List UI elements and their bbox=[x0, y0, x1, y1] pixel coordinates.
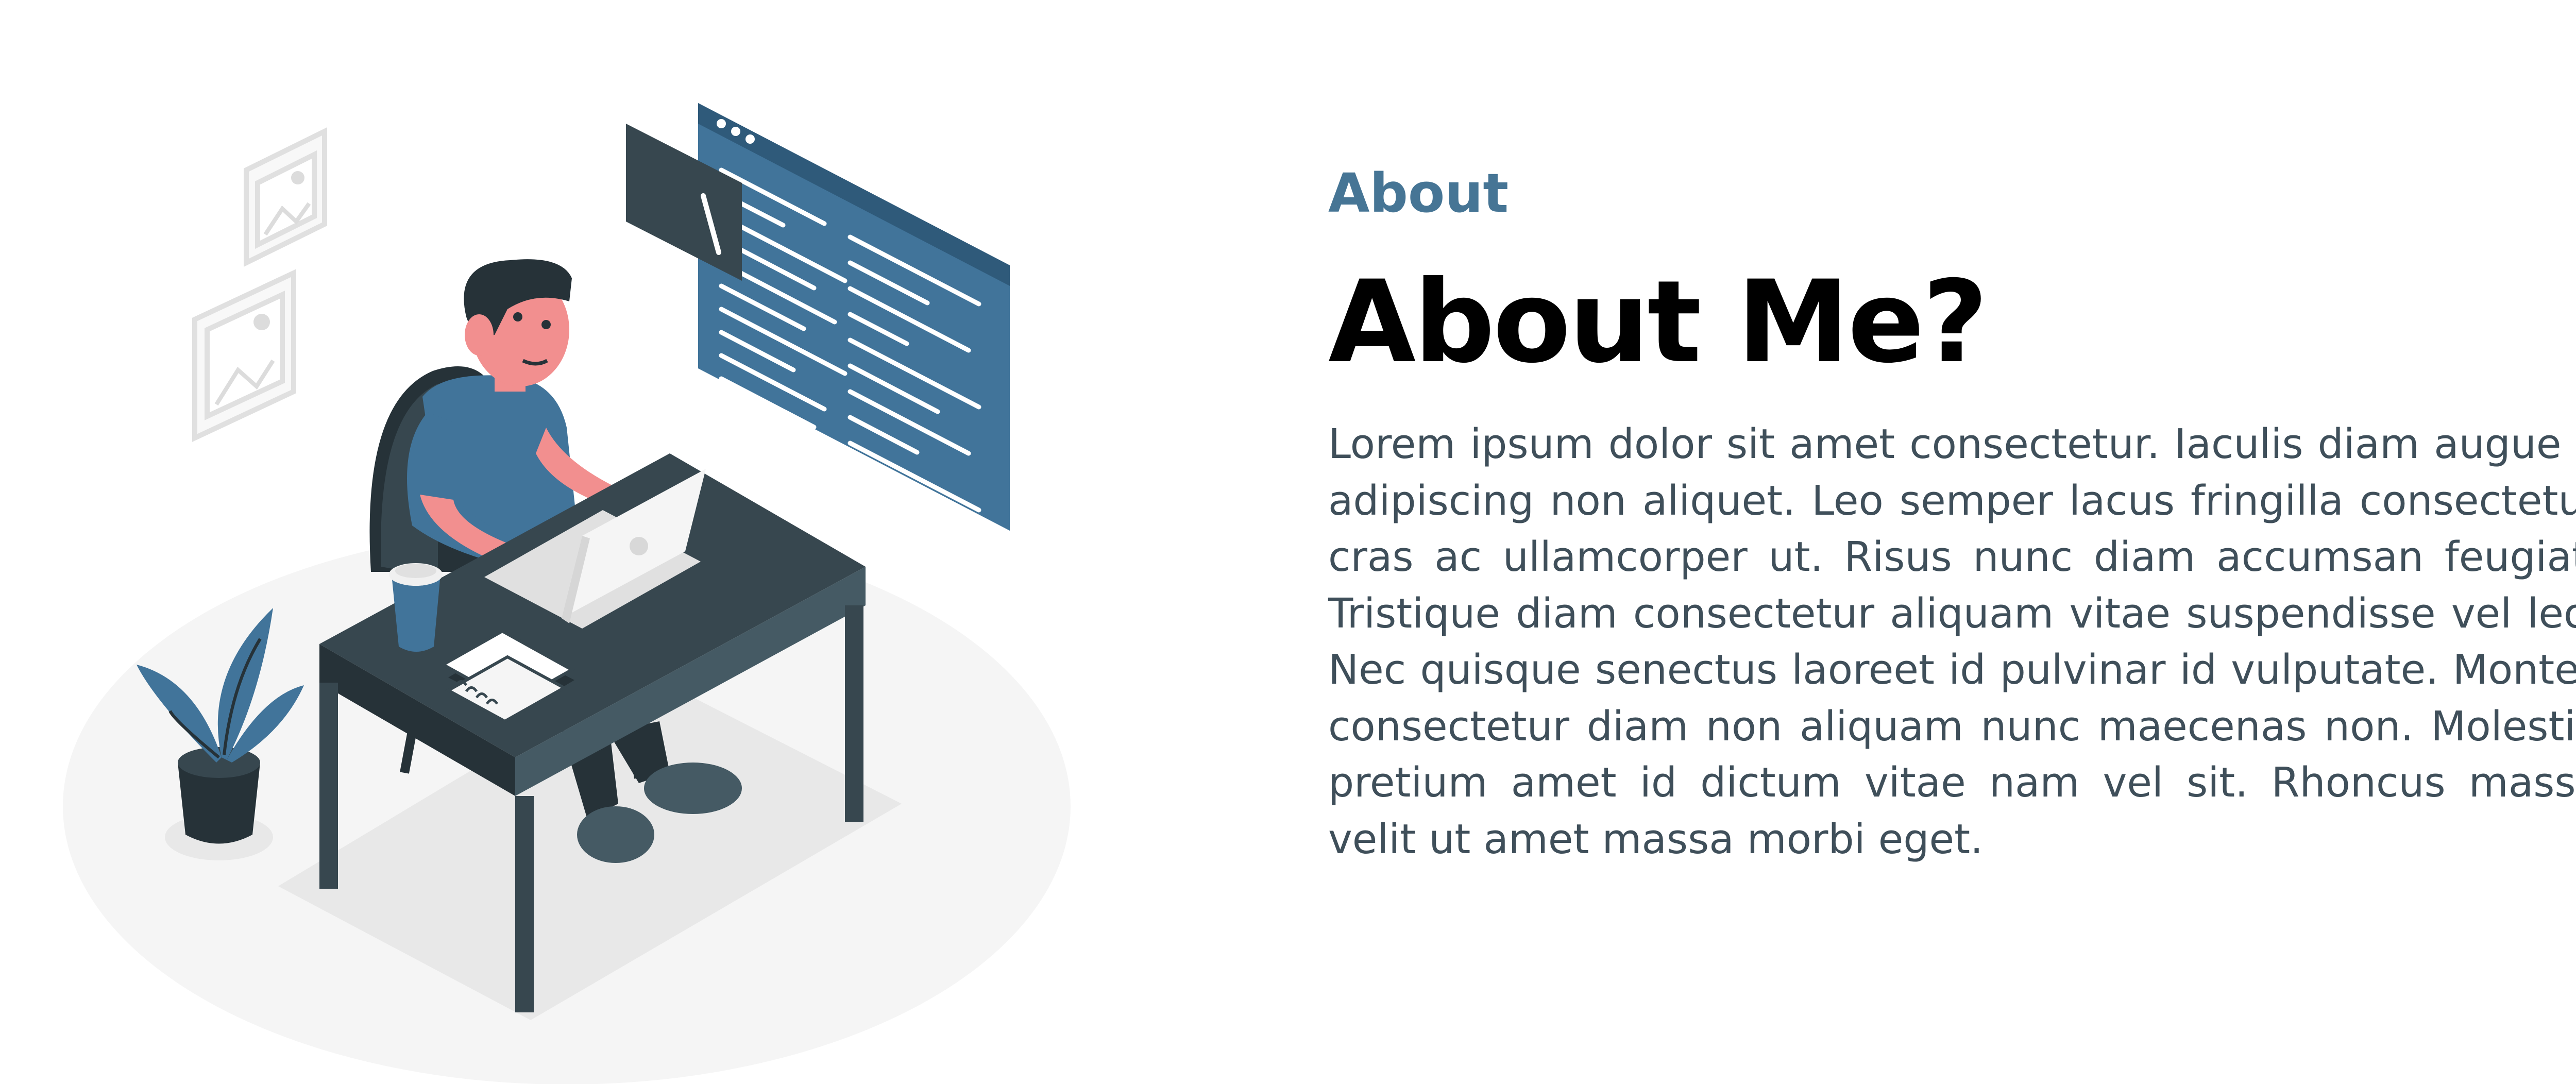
section-heading: About Me? bbox=[1328, 256, 1988, 388]
section-eyebrow: About bbox=[1328, 162, 1509, 225]
code-window-icon bbox=[698, 103, 1010, 531]
about-content: About About Me? Lorem ipsum dolor sit am… bbox=[1328, 160, 2576, 868]
picture-frame-icon bbox=[192, 269, 296, 442]
about-section: About About Me? Lorem ipsum dolor sit am… bbox=[0, 0, 2576, 1084]
picture-frame-icon bbox=[244, 127, 327, 267]
developer-at-desk-illustration bbox=[0, 0, 1133, 1084]
about-paragraph: Lorem ipsum dolor sit amet consectetur. … bbox=[1328, 420, 2576, 863]
